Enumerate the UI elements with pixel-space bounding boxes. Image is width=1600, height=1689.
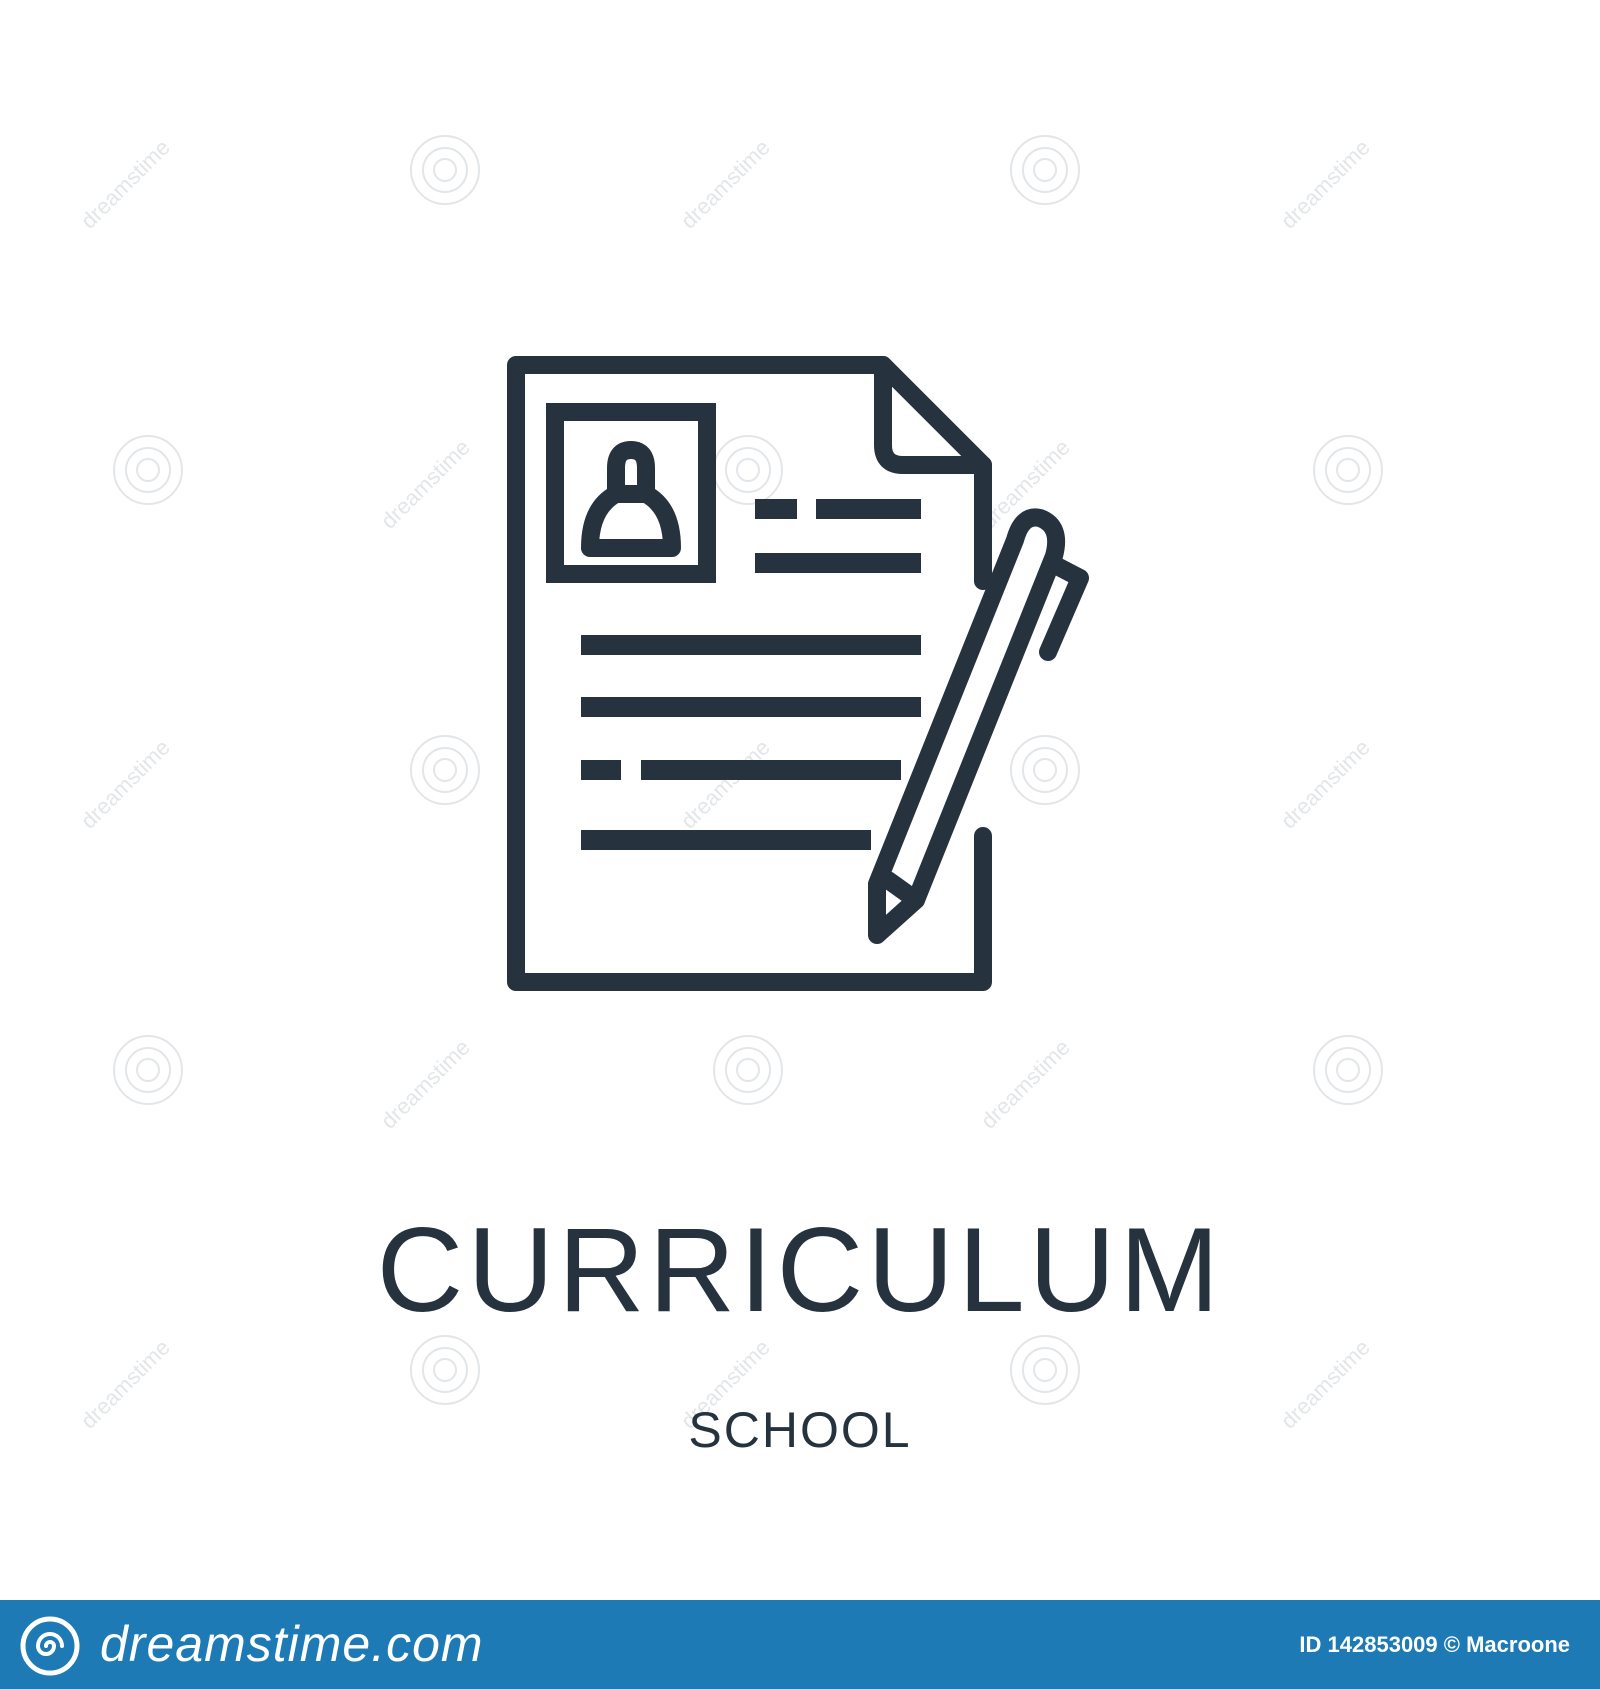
person-body bbox=[581, 485, 681, 557]
header-line-long bbox=[816, 499, 921, 519]
footer-bar: dreamstime.com ID 142853009 © Macroone bbox=[0, 1600, 1600, 1689]
body-line-3-long bbox=[641, 760, 901, 780]
dreamstime-spiral-logo-icon[interactable] bbox=[20, 1616, 80, 1676]
footer-image-credit: ID 142853009 © Macroone bbox=[1299, 1632, 1570, 1657]
body-line-3-short bbox=[581, 760, 621, 780]
body-line-2 bbox=[581, 697, 921, 717]
curriculum-icon bbox=[507, 356, 1089, 991]
header-line-short bbox=[755, 499, 797, 519]
watermark-spiral bbox=[422, 1347, 468, 1393]
person-head bbox=[607, 441, 655, 499]
header-line-2 bbox=[755, 553, 921, 573]
watermark-spiral bbox=[1022, 1347, 1068, 1393]
body-line-1 bbox=[581, 635, 921, 655]
watermark-spiral bbox=[1010, 1335, 1080, 1405]
page-title: CURRICULUM bbox=[376, 1203, 1224, 1337]
watermark-spiral bbox=[1033, 1358, 1057, 1382]
watermark-spiral bbox=[410, 1335, 480, 1405]
canvas: dreamstime dreamstime dreamstime dreamstime… bbox=[0, 0, 1600, 1689]
watermark-spiral bbox=[433, 1358, 457, 1382]
body-line-4 bbox=[581, 830, 871, 850]
category-label: SCHOOL bbox=[688, 1402, 912, 1458]
footer-brand-link[interactable]: dreamstime.com bbox=[100, 1612, 484, 1676]
